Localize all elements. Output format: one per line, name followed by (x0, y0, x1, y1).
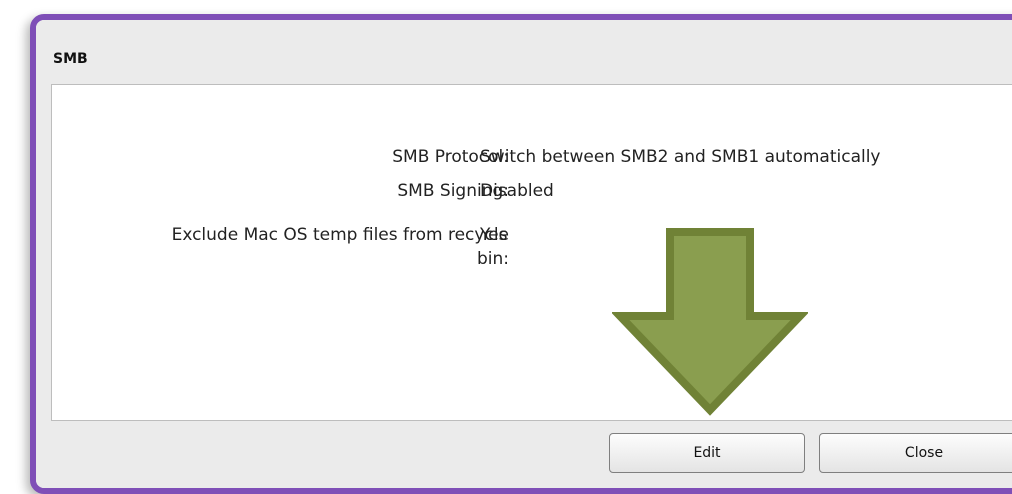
smb-protocol-label: SMB Protocol: (392, 147, 509, 167)
dialog-titlebar: SMB (36, 20, 1012, 84)
exclude-mac-temp-value: Yes (480, 225, 508, 245)
edit-button[interactable]: Edit (609, 433, 805, 473)
dialog-content-panel: SMB Protocol: Switch between SMB2 and SM… (51, 84, 1012, 421)
exclude-mac-temp-row: Exclude Mac OS temp files from recycle b… (52, 223, 1012, 271)
close-button[interactable]: Close (819, 433, 1012, 473)
smb-signing-row: SMB Signing: Disabled (52, 179, 1012, 203)
down-arrow-shape (612, 228, 808, 416)
smb-dialog: SMB SMB Protocol: Switch between SMB2 an… (30, 14, 1012, 494)
smb-protocol-row: SMB Protocol: Switch between SMB2 and SM… (52, 145, 1012, 169)
down-arrow-icon (612, 228, 808, 416)
smb-signing-value: Disabled (480, 181, 554, 201)
smb-protocol-value: Switch between SMB2 and SMB1 automatical… (480, 147, 881, 167)
dialog-button-bar: Edit Close (36, 423, 1012, 488)
exclude-mac-temp-label: Exclude Mac OS temp files from recycle b… (171, 225, 509, 269)
dialog-title: SMB (53, 51, 88, 67)
smb-signing-label: SMB Signing: (397, 181, 509, 201)
